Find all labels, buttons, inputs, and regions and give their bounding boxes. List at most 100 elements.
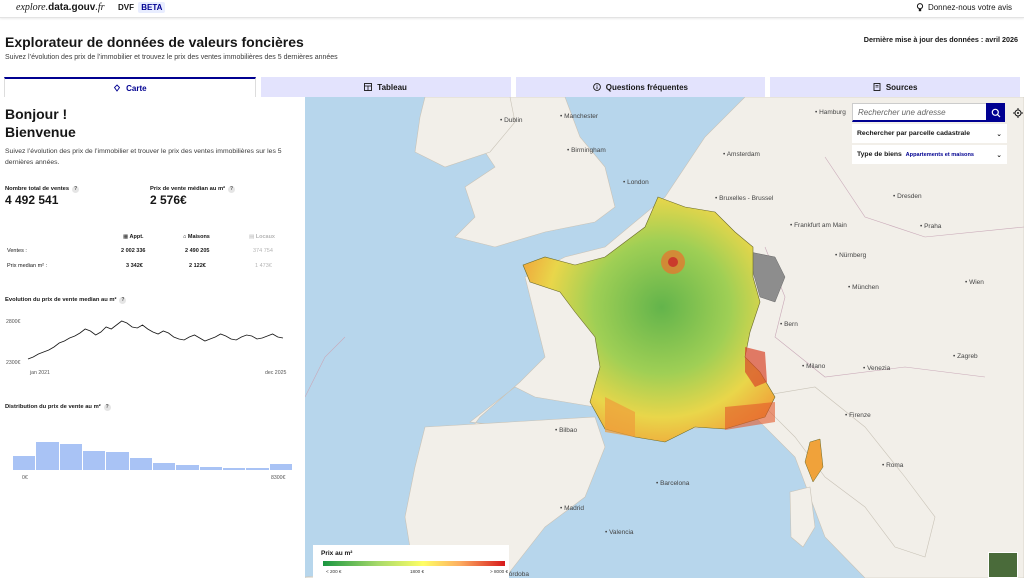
histogram-bar (36, 442, 59, 470)
legend-mid: 1800 € (410, 569, 425, 574)
type-label: Type de biens (857, 151, 902, 158)
col-maisons-label: Maisons (187, 234, 210, 240)
ventes-maisons: 2 490 205 (185, 248, 210, 254)
map-legend: Prix au m² < 200 € 1800 € > 8000 € (313, 545, 509, 578)
info-icon (592, 83, 601, 91)
intro-text: Suivez l’évolution des prix de l’immobil… (5, 148, 282, 166)
kpi-median-label: Prix de vente médian au m²? (150, 186, 236, 193)
prix-maisons: 2 122€ (189, 263, 206, 269)
city-label: • Milano (802, 363, 826, 370)
search-icon (991, 108, 1000, 117)
brand-text-2: data.gouv (48, 2, 96, 13)
price-map[interactable]: • Hamburg • Dublin • Manchester • Birmingha… (305, 97, 1024, 578)
city-label: • Barcelona (656, 480, 690, 487)
distribution-title-text: Distribution du prix de vente au m² (5, 404, 101, 410)
last-update: Dernière mise à jour des données : avril… (863, 35, 1018, 44)
type-biens-select[interactable]: Type de biens Appartements et maisons ⌄ (852, 145, 1007, 164)
help-icon[interactable]: ? (103, 404, 111, 411)
parcelle-select[interactable]: Rechercher par parcelle cadastrale ⌄ (852, 124, 1007, 143)
histogram-bar (176, 465, 199, 470)
distribution-title: Distribution du prix de vente au m²? (5, 404, 111, 411)
tab-sources[interactable]: Sources (770, 77, 1020, 97)
help-icon[interactable]: ? (72, 186, 80, 193)
city-label: • Nürnberg (835, 252, 867, 259)
legend-title: Prix au m² (321, 550, 353, 557)
kpi-total-label: Nombre total de ventes? (5, 186, 80, 193)
legend-min: < 200 € (326, 569, 342, 574)
histogram-bar (83, 450, 106, 470)
tab-label: Tableau (377, 82, 407, 92)
tab-tableau[interactable]: Tableau (260, 77, 511, 97)
city-label: • Madrid (560, 505, 584, 512)
legend-max: > 8000 € (490, 569, 509, 574)
kpi-median-value: 2 576€ (150, 193, 187, 207)
satellite-toggle[interactable] (988, 552, 1018, 578)
city-label: • Manchester (560, 113, 599, 120)
city-label: • Dresden (893, 193, 922, 200)
geolocate-button[interactable] (1011, 103, 1024, 122)
city-label: • Birmingham (567, 147, 606, 154)
city-label: • Dublin (500, 117, 523, 124)
beta-badge: BETA (138, 2, 166, 13)
city-label: • Roma (882, 462, 904, 469)
greeting-line-1: Bonjour ! (5, 106, 68, 122)
distribution-xstart: 0€ (22, 475, 28, 481)
feedback-link[interactable]: Donnez-nous votre avis (916, 3, 1012, 12)
city-label: • Firenze (845, 412, 871, 419)
site-logo[interactable]: explore.data.gouv.fr (16, 2, 105, 13)
left-panel: Bonjour ! Bienvenue Suivez l’évolution d… (0, 97, 305, 578)
distribution-xend: 8300€ (271, 475, 286, 481)
city-label: • Hamburg (815, 109, 846, 116)
evolution-title-text: Evolution du prix de vente median au m² (5, 297, 117, 303)
product-name: DVF (118, 3, 134, 12)
legend-gradient (323, 561, 505, 566)
building-icon: ▦ (123, 234, 129, 240)
type-value: Appartements et maisons (905, 152, 974, 158)
evolution-ymax: 2800€ (6, 319, 21, 325)
tab-bar: Carte Tableau Questions fréquentes Sourc… (4, 77, 1020, 97)
address-search-input[interactable]: Rechercher une adresse (852, 103, 992, 122)
lightbulb-icon (916, 3, 924, 12)
histogram-bar (129, 457, 152, 470)
city-label: • Praha (920, 223, 942, 230)
histogram-bar (13, 455, 36, 470)
city-label: • Amsterdam (723, 151, 760, 158)
tab-questions[interactable]: Questions fréquentes (515, 77, 766, 97)
help-icon[interactable]: ? (228, 186, 236, 193)
store-icon: ▤ (249, 234, 255, 240)
product-tag: DVF BETA (118, 2, 166, 13)
evolution-line (27, 320, 284, 360)
brand-text-3: .fr (95, 2, 105, 13)
evolution-ymin: 2300€ (6, 360, 21, 366)
prix-locaux: 1 473€ (255, 263, 272, 269)
help-icon[interactable]: ? (119, 297, 127, 304)
city-label: • Wien (965, 279, 984, 286)
kpi-total-value: 4 492 541 (5, 193, 59, 207)
chevron-down-icon: ⌄ (996, 151, 1002, 159)
greeting: Bonjour ! Bienvenue (5, 105, 76, 141)
histogram-bar (106, 451, 129, 470)
book-icon (873, 83, 881, 91)
map-canvas (305, 97, 1024, 578)
city-label: • Bern (780, 321, 798, 328)
tab-label: Questions fréquentes (605, 82, 688, 92)
top-bar: explore.data.gouv.fr DVF BETA Donnez-nou… (0, 0, 1024, 18)
histogram-bar (246, 467, 269, 470)
tab-carte[interactable]: Carte (4, 77, 256, 97)
city-label: • Bilbao (555, 427, 578, 434)
city-label: • Zagreb (953, 353, 978, 360)
histogram-bar (199, 466, 222, 470)
parcelle-label: Rechercher par parcelle cadastrale (857, 130, 970, 137)
city-label: • Frankfurt am Main (790, 222, 847, 229)
histogram-bar (153, 462, 176, 470)
kpi-median-label-text: Prix de vente médian au m² (150, 186, 226, 192)
city-label: • Venezia (863, 365, 891, 372)
evolution-xend: dec 2025 (265, 370, 287, 376)
search-button[interactable] (986, 103, 1005, 122)
prix-appt: 3 342€ (126, 263, 143, 269)
ventes-appt: 2 002 336 (121, 248, 146, 254)
col-locaux: ▤ Locaux (249, 234, 275, 240)
crosshair-icon (1012, 107, 1023, 118)
col-appt: ▦ Appt. (123, 234, 144, 240)
col-appt-label: Appt. (129, 234, 144, 240)
